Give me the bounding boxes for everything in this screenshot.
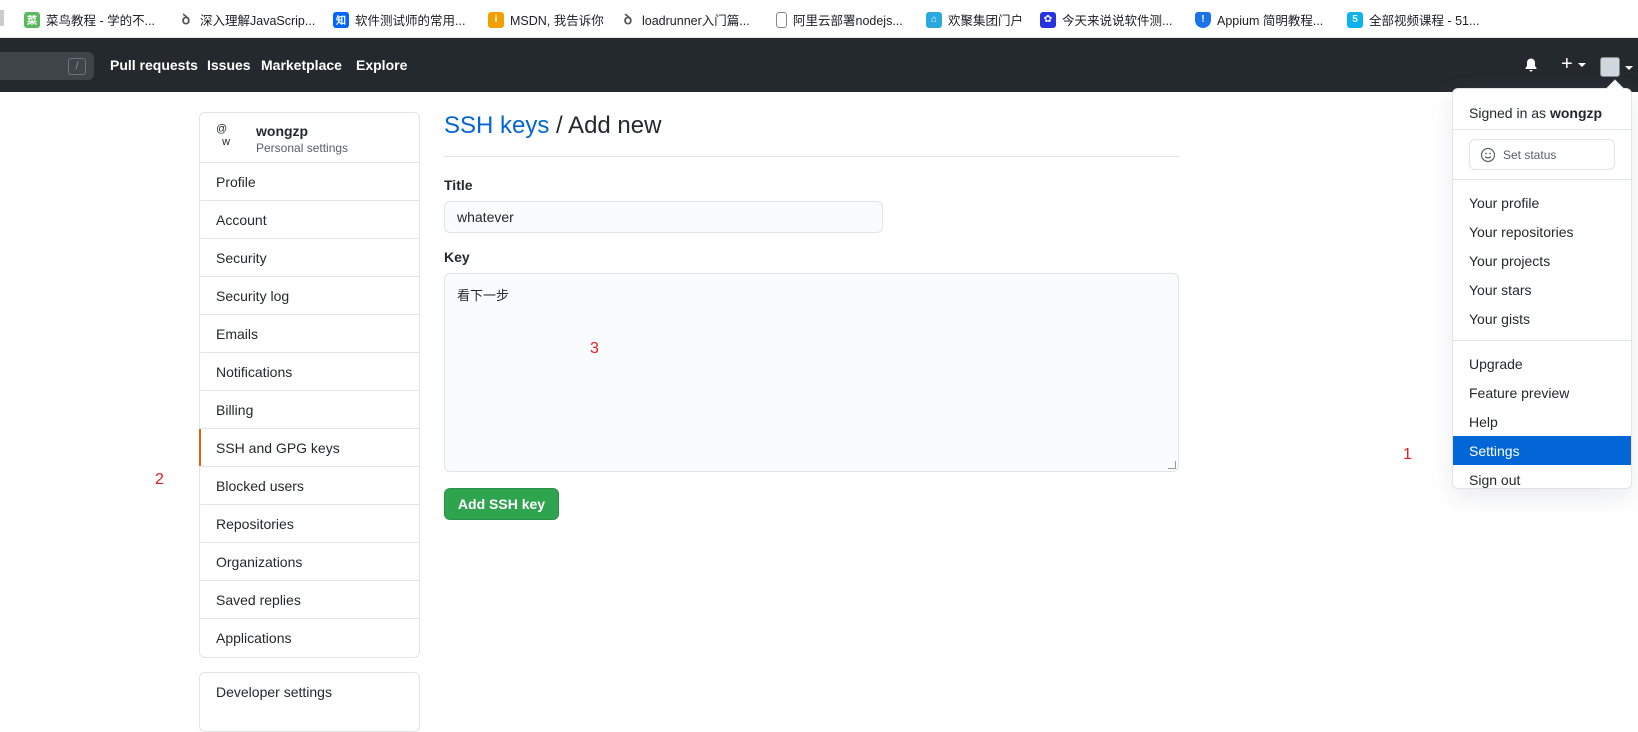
page-title-rest: / Add new bbox=[549, 112, 662, 139]
menu-your-projects[interactable]: Your projects bbox=[1453, 246, 1631, 275]
sidebar-item-security[interactable]: Security bbox=[200, 239, 419, 277]
sidebar-username: wongzp bbox=[256, 123, 309, 139]
document-icon bbox=[776, 11, 787, 28]
annotation-2: 2 bbox=[155, 471, 164, 488]
nav-explore[interactable]: Explore bbox=[356, 57, 407, 73]
sidebar-item-organizations[interactable]: Organizations bbox=[200, 543, 419, 581]
sidebar-item-saved-replies[interactable]: Saved replies bbox=[200, 581, 419, 619]
user-avatar: @ w bbox=[216, 123, 231, 148]
github-header: / Pull requests Issues Marketplace Explo… bbox=[0, 38, 1638, 92]
zhihu-icon: 知 bbox=[333, 11, 349, 28]
menu-your-profile[interactable]: Your profile bbox=[1453, 188, 1631, 217]
51-icon: 5 bbox=[1347, 11, 1363, 28]
menu-feature-preview[interactable]: Feature preview bbox=[1453, 378, 1631, 407]
menu-your-gists[interactable]: Your gists bbox=[1453, 304, 1631, 333]
nav-issues[interactable]: Issues bbox=[207, 57, 251, 73]
chevron-down-icon bbox=[1578, 62, 1587, 67]
main-content: SSH keys / Add new Title whatever Key 看下… bbox=[444, 112, 1179, 520]
nav-marketplace[interactable]: Marketplace bbox=[261, 57, 342, 73]
bookmark-runoob[interactable]: 菜菜鸟教程 - 学的不... bbox=[24, 10, 155, 29]
search-input[interactable]: / bbox=[0, 52, 94, 80]
sidebar-subtitle: Personal settings bbox=[256, 141, 349, 155]
bookmarks-bar: 菜菜鸟教程 - 学的不... ꝺ 深入理解JavaScrip... 知软件测试师的… bbox=[0, 0, 1638, 38]
bookmark-joyy[interactable]: ⌂ 欢聚集团门户 bbox=[926, 10, 1023, 29]
chevron-down-icon bbox=[1625, 66, 1633, 70]
baidu-icon: ✿ bbox=[1040, 11, 1056, 28]
sidebar-item-security-log[interactable]: Security log bbox=[200, 277, 419, 315]
bell-icon[interactable] bbox=[1523, 57, 1539, 78]
sidebar-header: @ w wongzp Personal settings bbox=[200, 113, 419, 163]
sidebar-item-developer-settings[interactable]: Developer settings bbox=[200, 673, 419, 711]
ssh-keys-link[interactable]: SSH keys bbox=[444, 112, 549, 139]
menu-settings[interactable]: Settings bbox=[1453, 436, 1631, 465]
settings-sidebar: @ w wongzp Personal settings Profile Acc… bbox=[199, 112, 420, 658]
nav-pull-requests[interactable]: Pull requests bbox=[110, 57, 198, 73]
bookmark-partial[interactable] bbox=[0, 10, 4, 26]
bookmark-glyph-icon: ꝺ bbox=[623, 11, 633, 27]
menu-help[interactable]: Help bbox=[1453, 407, 1631, 436]
bookmark-aliyun[interactable]: 阿里云部署nodejs... bbox=[776, 10, 903, 29]
joyy-icon: ⌂ bbox=[926, 11, 942, 28]
smiley-icon bbox=[1480, 147, 1496, 162]
resize-handle-icon[interactable] bbox=[1168, 461, 1176, 469]
divider bbox=[1453, 340, 1631, 341]
sidebar-item-account[interactable]: Account bbox=[200, 201, 419, 239]
title-field[interactable]: whatever bbox=[444, 201, 883, 233]
sidebar-item-blocked-users[interactable]: Blocked users bbox=[200, 467, 419, 505]
bookmark-zhihu[interactable]: 知软件测试师的常用... bbox=[333, 10, 465, 29]
sidebar-item-emails[interactable]: Emails bbox=[200, 315, 419, 353]
page-title: SSH keys / Add new bbox=[444, 112, 1179, 157]
bookmark-appium[interactable]: ! Appium 简明教程... bbox=[1195, 10, 1323, 29]
sidebar-item-ssh-gpg-keys[interactable]: SSH and GPG keys bbox=[199, 429, 419, 467]
bookmark-baidu[interactable]: ✿ 今天来说说软件测... bbox=[1040, 10, 1172, 29]
create-new-button[interactable]: + bbox=[1561, 53, 1587, 76]
key-field[interactable]: 看下一步 bbox=[444, 273, 1179, 472]
menu-upgrade[interactable]: Upgrade bbox=[1453, 349, 1631, 378]
menu-your-stars[interactable]: Your stars bbox=[1453, 275, 1631, 304]
bookmark-msdn[interactable]: i MSDN, 我告诉你 bbox=[488, 10, 604, 29]
set-status-button[interactable]: Set status bbox=[1469, 139, 1615, 170]
key-label: Key bbox=[444, 249, 470, 265]
search-shortcut-hint: / bbox=[68, 58, 86, 75]
title-label: Title bbox=[444, 177, 473, 193]
annotation-1: 1 bbox=[1403, 446, 1412, 463]
bookmark-javascript[interactable]: ꝺ 深入理解JavaScrip... bbox=[178, 10, 316, 29]
msdn-icon: i bbox=[488, 11, 504, 28]
sidebar-item-applications[interactable]: Applications bbox=[200, 619, 419, 657]
user-dropdown-menu: Signed in as wongzp Set status Your prof… bbox=[1452, 79, 1632, 489]
menu-sign-out[interactable]: Sign out bbox=[1453, 465, 1631, 494]
runoob-icon: 菜 bbox=[24, 11, 40, 28]
sidebar-item-repositories[interactable]: Repositories bbox=[200, 505, 419, 543]
divider bbox=[1453, 179, 1631, 180]
bookmark-glyph-icon: ꝺ bbox=[181, 11, 191, 27]
add-ssh-key-button[interactable]: Add SSH key bbox=[444, 488, 559, 520]
menu-your-repositories[interactable]: Your repositories bbox=[1453, 217, 1631, 246]
plus-icon: + bbox=[1561, 53, 1573, 75]
divider bbox=[1453, 129, 1631, 130]
key-field-value: 看下一步 bbox=[457, 288, 510, 303]
annotation-3: 3 bbox=[590, 340, 599, 357]
avatar[interactable] bbox=[1600, 57, 1620, 77]
bookmark-loadrunner[interactable]: ꝺ loadrunner入门篇... bbox=[620, 10, 750, 29]
shield-icon: ! bbox=[1195, 11, 1211, 28]
sidebar-item-profile[interactable]: Profile bbox=[200, 163, 419, 201]
signed-in-as: Signed in as wongzp bbox=[1469, 105, 1603, 121]
sidebar-item-billing[interactable]: Billing bbox=[200, 391, 419, 429]
sidebar-item-notifications[interactable]: Notifications bbox=[200, 353, 419, 391]
bookmark-51[interactable]: 5 全部视频课程 - 51... bbox=[1347, 10, 1479, 29]
developer-settings-box: Developer settings bbox=[199, 672, 420, 732]
